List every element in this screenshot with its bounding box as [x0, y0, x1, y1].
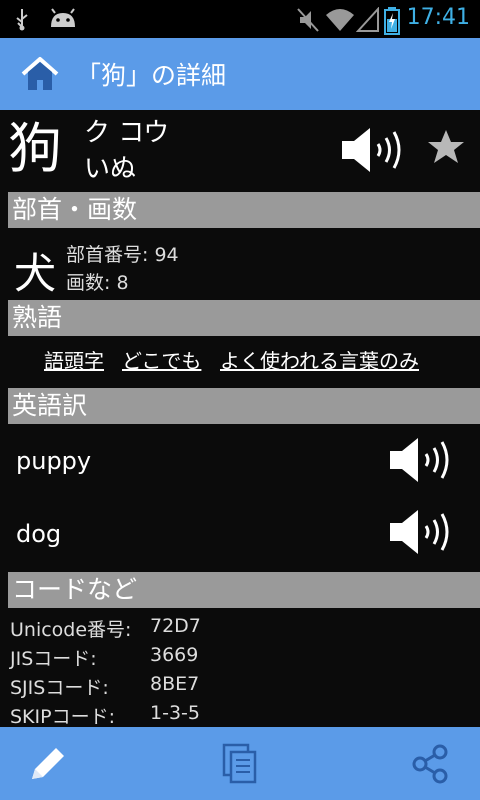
stroke-count: 画数: 8: [66, 272, 129, 294]
code-value-sjis: 8BE7: [150, 673, 200, 695]
code-label-skip: SKIPコード:: [10, 706, 115, 728]
code-label-unicode: Unicode番号:: [10, 619, 132, 641]
status-bar: 17:41: [0, 0, 480, 38]
code-label-jis: JISコード:: [10, 648, 97, 670]
bottom-action-bar: [0, 727, 480, 800]
radical-character: 犬: [14, 249, 57, 298]
signal-icon: [356, 7, 379, 32]
kun-reading: いぬ: [84, 154, 137, 184]
share-icon[interactable]: [408, 743, 452, 785]
on-reading: ク コウ: [84, 118, 170, 148]
page-title: 「狗」の詳細: [76, 61, 227, 90]
code-value-unicode: 72D7: [150, 615, 201, 637]
home-icon[interactable]: [20, 55, 60, 93]
section-compounds-header: 熟語: [8, 300, 480, 336]
wifi-icon: [326, 9, 354, 31]
speaker-icon[interactable]: [386, 434, 458, 486]
section-english-header: 英語訳: [8, 388, 480, 424]
radical-number: 部首番号: 94: [66, 244, 179, 266]
code-label-sjis: SJISコード:: [10, 677, 109, 699]
status-time: 17:41: [406, 5, 470, 30]
english-word-puppy: puppy: [16, 447, 92, 475]
kanji-character: 狗: [8, 117, 62, 180]
android-icon: [51, 8, 75, 27]
compound-link-anywhere[interactable]: どこでも: [122, 345, 201, 374]
usb-icon: [16, 9, 28, 31]
action-bar: 「狗」の詳細: [0, 38, 480, 110]
speaker-icon[interactable]: [386, 506, 458, 558]
edit-icon[interactable]: [26, 743, 70, 785]
compound-link-common[interactable]: よく使われる言葉のみ: [220, 345, 419, 374]
battery-charging-icon: [384, 7, 400, 35]
speaker-icon[interactable]: [338, 124, 410, 176]
english-word-dog: dog: [16, 520, 62, 548]
compound-link-prefix[interactable]: 語頭字: [44, 345, 104, 374]
section-codes-header: コードなど: [8, 572, 480, 608]
favorite-star-icon[interactable]: [426, 128, 466, 166]
copy-icon[interactable]: [218, 743, 262, 785]
mute-icon: [297, 8, 319, 32]
code-value-skip: 1-3-5: [150, 702, 200, 724]
section-radical-header: 部首・画数: [8, 192, 480, 228]
code-value-jis: 3669: [150, 644, 199, 666]
